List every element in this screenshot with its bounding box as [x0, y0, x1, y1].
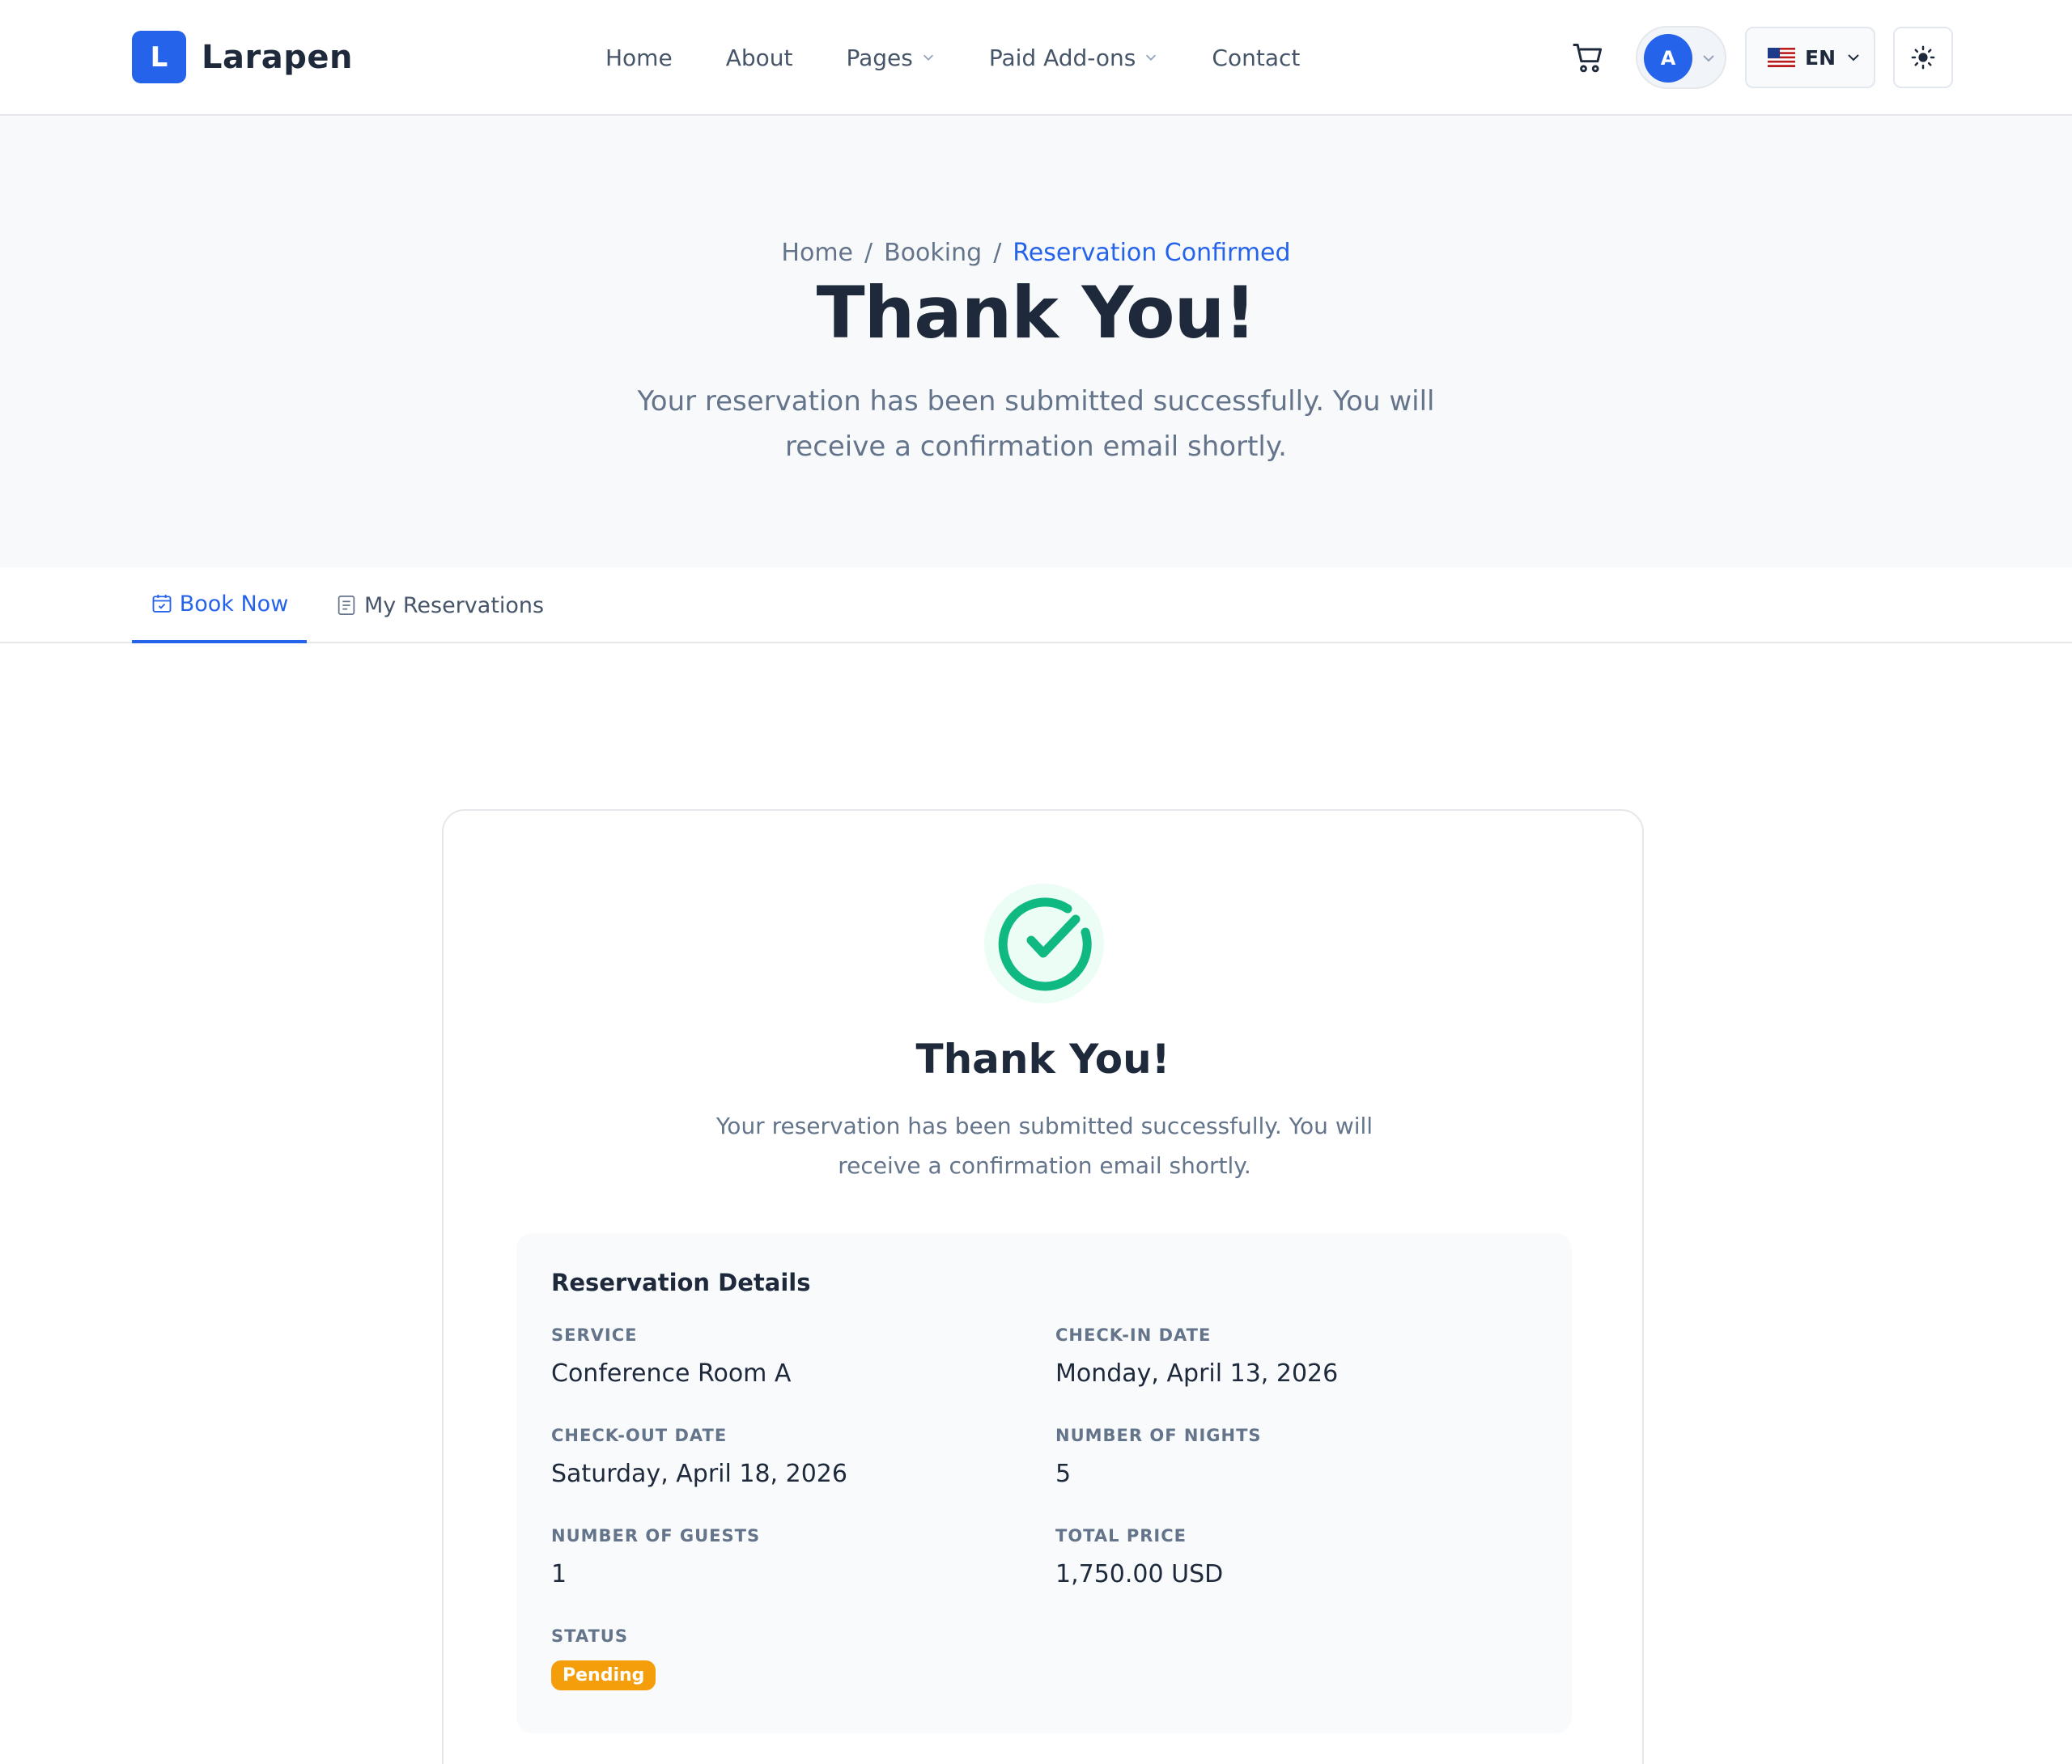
detail-checkin: Check-in Date Monday, April 13, 2026 [1055, 1325, 1509, 1388]
detail-label: Check-in Date [1055, 1325, 1212, 1345]
chevron-down-icon [1848, 54, 1859, 61]
nav-pages[interactable]: Pages [846, 45, 935, 71]
list-icon [338, 596, 355, 615]
chevron-down-icon [923, 54, 933, 61]
nav-about-label: About [725, 44, 793, 71]
nav-paid-addons-label: Paid Add-ons [988, 44, 1136, 71]
brand-name: Larapen [202, 38, 353, 76]
detail-value: Monday, April 13, 2026 [1055, 1359, 1339, 1388]
details-title: Reservation Details [551, 1269, 811, 1296]
detail-value: 5 [1055, 1460, 1072, 1488]
tab-my-reservations-label: My Reservations [364, 592, 545, 618]
logo-mark: L [132, 31, 186, 83]
detail-label: Number of Guests [551, 1526, 761, 1546]
sun-icon [1911, 45, 1935, 70]
detail-total-price: Total Price 1,750.00 USD [1055, 1526, 1509, 1588]
avatar: A [1644, 34, 1692, 83]
logo[interactable]: L Larapen [132, 31, 353, 83]
nav-paid-addons[interactable]: Paid Add-ons [989, 45, 1159, 71]
breadcrumb-separator: / [864, 239, 873, 267]
main-nav: Home About Pages Paid Add-ons Contact [605, 40, 1353, 74]
breadcrumb-booking[interactable]: Booking [884, 239, 982, 267]
user-menu-button[interactable]: A [1636, 26, 1726, 89]
detail-label: Number of Nights [1055, 1426, 1262, 1445]
tab-my-reservations[interactable]: My Reservations [335, 567, 544, 643]
chevron-down-icon [1146, 54, 1157, 61]
detail-checkout: Check-out Date Saturday, April 18, 2026 [551, 1426, 1004, 1488]
detail-label: Status [551, 1626, 628, 1646]
nav-about[interactable]: About [726, 45, 793, 71]
detail-value: Saturday, April 18, 2026 [551, 1460, 847, 1488]
tab-book-now[interactable]: Book Now [132, 567, 307, 643]
detail-status: Status Pending [551, 1626, 1004, 1690]
detail-service: Service Conference Room A [551, 1325, 1004, 1388]
detail-label: Total Price [1055, 1526, 1187, 1546]
success-badge [984, 884, 1104, 1003]
breadcrumb-separator: / [993, 239, 1002, 267]
reservation-details: Reservation Details Service Conference R… [516, 1233, 1572, 1733]
page-subtitle: Your reservation has been submitted succ… [637, 385, 1435, 463]
nav-pages-label: Pages [846, 44, 913, 71]
chevron-down-icon [1703, 55, 1714, 62]
card-title: Thank You! [915, 1036, 1170, 1083]
nav-home[interactable]: Home [605, 45, 673, 71]
calendar-check-icon [152, 594, 172, 613]
us-flag-icon [1768, 48, 1795, 67]
language-switcher[interactable]: EN [1745, 27, 1875, 88]
breadcrumb-home[interactable]: Home [781, 239, 853, 267]
detail-value: 1,750.00 USD [1055, 1560, 1224, 1588]
theme-toggle-button[interactable] [1893, 27, 1953, 88]
card-message: Your reservation has been submitted succ… [715, 1113, 1374, 1179]
page-title: Thank You! [816, 271, 1257, 354]
status-badge: Pending [551, 1660, 656, 1690]
detail-value: Conference Room A [551, 1359, 792, 1388]
detail-label: Check-out Date [551, 1426, 728, 1445]
nav-contact[interactable]: Contact [1212, 45, 1300, 71]
detail-label: Service [551, 1325, 638, 1345]
cart-icon[interactable] [1570, 40, 1606, 76]
language-label: EN [1805, 45, 1836, 70]
tab-book-now-label: Book Now [179, 591, 289, 617]
nav-contact-label: Contact [1212, 44, 1301, 71]
detail-nights: Number of Nights 5 [1055, 1426, 1509, 1488]
check-circle-icon [998, 897, 1092, 991]
detail-guests: Number of Guests 1 [551, 1526, 1004, 1588]
nav-home-label: Home [605, 44, 673, 71]
detail-value: 1 [551, 1560, 567, 1588]
booking-tabs: Book Now My Reservations [0, 567, 2072, 643]
confirmation-card: Thank You! Your reservation has been sub… [442, 809, 1644, 1764]
breadcrumb: Home / Booking / Reservation Confirmed [0, 239, 2072, 267]
page-hero: Home / Booking / Reservation Confirmed Thank… [0, 116, 2072, 567]
breadcrumb-current: Reservation Confirmed [1013, 239, 1291, 267]
site-header: L Larapen Home About Pages Paid Add-ons … [0, 0, 2072, 116]
